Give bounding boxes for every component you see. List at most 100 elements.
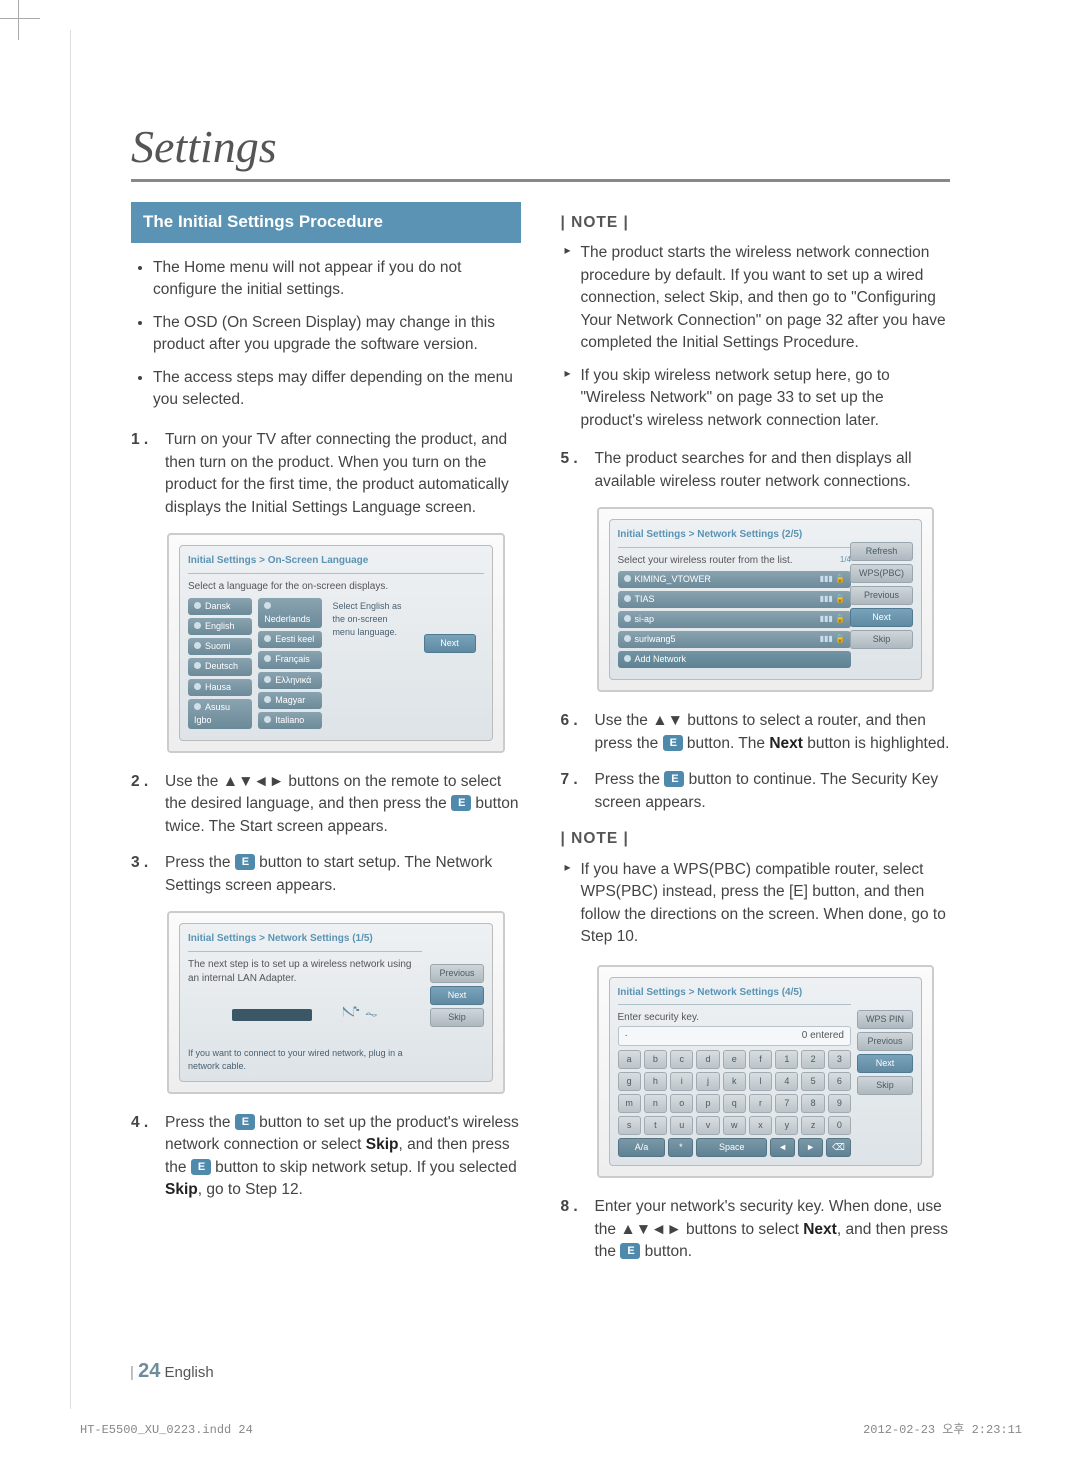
enter-icon [235, 1114, 255, 1130]
key: s [618, 1116, 641, 1135]
page: Settings The Initial Settings Procedure … [70, 30, 1010, 1409]
key: ◄ [770, 1138, 795, 1157]
screenshot-network-4: Initial Settings > Network Settings (4/5… [597, 965, 935, 1179]
lang-opt: Hausa [188, 679, 252, 696]
step-text: Press the button to continue. The Securi… [595, 769, 951, 814]
add-network-item: Add Network [618, 651, 852, 668]
key: y [775, 1116, 798, 1135]
step-text: Use the ▲▼◄► buttons on the remote to se… [165, 771, 521, 838]
router-item: surlwang5▮▮▮ 🔒 [618, 631, 852, 648]
note-item: If you have a WPS(PBC) compatible router… [565, 859, 951, 949]
screenshot-network-1: Initial Settings > Network Settings (1/5… [167, 911, 505, 1094]
screen-prompt: The next step is to set up a wireless ne… [188, 958, 422, 987]
key: k [723, 1072, 746, 1091]
enter-icon [664, 771, 684, 787]
step-number: 4 . [131, 1112, 165, 1202]
key: r [749, 1094, 772, 1113]
key: 0 [828, 1116, 851, 1135]
screenshot-network-2: Initial Settings > Network Settings (2/5… [597, 507, 935, 692]
step-6: 6 . Use the ▲▼ buttons to select a route… [561, 710, 951, 755]
page-title: Settings [131, 120, 950, 182]
next-button: Next [430, 986, 483, 1005]
key: u [670, 1116, 693, 1135]
key: e [723, 1050, 746, 1069]
lang-opt: Deutsch [188, 658, 252, 675]
intro-bullets: The Home menu will not appear if you do … [131, 257, 521, 412]
signal-icon: ▮▮▮ 🔒 [820, 633, 845, 645]
skip-button: Skip [430, 1008, 483, 1027]
print-meta-right: 2012-02-23 오후 2:23:11 [863, 1420, 1022, 1437]
arrow-keys-icon: ▲▼ [652, 712, 683, 729]
key: Space [696, 1138, 767, 1157]
lang-opt: English [188, 618, 252, 635]
page-footer: | 24 English [130, 1360, 214, 1383]
two-column-layout: The Initial Settings Procedure The Home … [131, 202, 950, 1278]
enter-icon [451, 795, 471, 811]
device-icon [232, 1009, 312, 1021]
screen-prompt: Select your wireless router from the lis… [618, 554, 793, 569]
key: m [618, 1094, 641, 1113]
arrow-keys-icon: ▲▼◄► [223, 773, 284, 790]
screen-breadcrumb: Initial Settings > Network Settings (2/5… [618, 528, 852, 543]
key: 3 [828, 1050, 851, 1069]
arrow-keys-icon: ▲▼◄► [620, 1221, 681, 1238]
screen-prompt: Select a language for the on-screen disp… [188, 580, 484, 595]
router-item: KIMING_VTOWER▮▮▮ 🔒 [618, 571, 852, 588]
signal-icon: ▮▮▮ 🔒 [820, 573, 845, 585]
screen-note: If you want to connect to your wired net… [188, 1047, 422, 1073]
wifi-icon: 𝇚 ⏦ [342, 1003, 378, 1026]
onscreen-keyboard: abcdef123ghijkl456mnopqr789stuvwxyz0A/a*… [618, 1050, 852, 1157]
left-column: The Initial Settings Procedure The Home … [131, 202, 521, 1278]
key: f [749, 1050, 772, 1069]
lang-opt: Eesti keel [258, 631, 322, 648]
enter-icon [191, 1159, 211, 1175]
key: 1 [775, 1050, 798, 1069]
key: p [696, 1094, 719, 1113]
key: h [644, 1072, 667, 1091]
step-text: Enter your network's security key. When … [595, 1196, 951, 1263]
key: 4 [775, 1072, 798, 1091]
key: x [749, 1116, 772, 1135]
key: 7 [775, 1094, 798, 1113]
skip-button: Skip [850, 630, 913, 649]
step-number: 1 . [131, 429, 165, 519]
device-diagram: 𝇚 ⏦ [188, 987, 422, 1043]
key: ► [798, 1138, 823, 1157]
bullet-1: The Home menu will not appear if you do … [153, 257, 521, 302]
key: 6 [828, 1072, 851, 1091]
enter-icon [663, 735, 683, 751]
key: q [723, 1094, 746, 1113]
screen-breadcrumb: Initial Settings > Network Settings (4/5… [618, 986, 852, 1001]
screen-breadcrumb: Initial Settings > Network Settings (1/5… [188, 932, 422, 947]
step-text: Turn on your TV after connecting the pro… [165, 429, 521, 519]
wpspin-button: WPS PIN [857, 1010, 913, 1029]
note-heading: | NOTE | [561, 828, 951, 850]
next-button: Next [424, 634, 476, 653]
lang-opt: Dansk [188, 598, 252, 615]
key: v [696, 1116, 719, 1135]
enter-icon [620, 1243, 640, 1259]
crop-mark-left [18, 0, 19, 40]
key: z [801, 1116, 824, 1135]
key: c [670, 1050, 693, 1069]
key: g [618, 1072, 641, 1091]
signal-icon: ▮▮▮ 🔒 [820, 593, 845, 605]
step-3: 3 . Press the button to start setup. The… [131, 852, 521, 897]
step-text: Press the button to start setup. The Net… [165, 852, 521, 897]
step-number: 2 . [131, 771, 165, 838]
step-number: 3 . [131, 852, 165, 897]
lang-opt: Asusu Igbo [188, 699, 252, 729]
print-meta-left: HT-E5500_XU_0223.indd 24 [80, 1423, 253, 1437]
key: d [696, 1050, 719, 1069]
key: 8 [801, 1094, 824, 1113]
lang-opt: Nederlands [258, 598, 322, 628]
lang-opt: Suomi [188, 638, 252, 655]
key: t [644, 1116, 667, 1135]
router-item: si-ap▮▮▮ 🔒 [618, 611, 852, 628]
note-heading: | NOTE | [561, 212, 951, 234]
step-1: 1 . Turn on your TV after connecting the… [131, 429, 521, 519]
page-number: 24 [138, 1360, 160, 1382]
enter-icon [235, 854, 255, 870]
step-2: 2 . Use the ▲▼◄► buttons on the remote t… [131, 771, 521, 838]
step-4: 4 . Press the button to set up the produ… [131, 1112, 521, 1202]
